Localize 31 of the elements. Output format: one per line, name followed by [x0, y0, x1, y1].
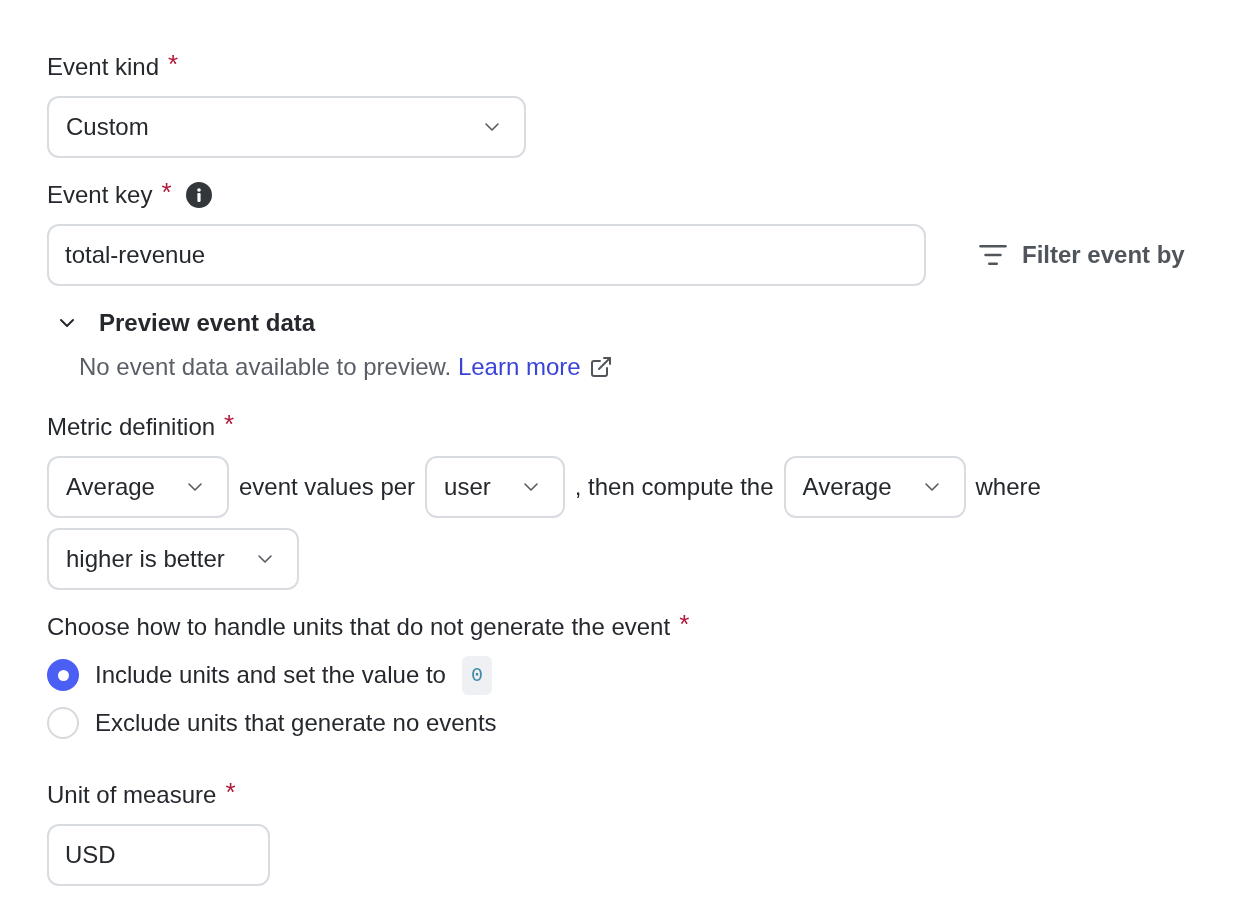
- option-label: Include units and set the value to: [95, 660, 446, 690]
- required-mark: *: [168, 51, 179, 77]
- field-label: Event kind: [47, 52, 160, 82]
- field-label: Choose how to handle units that do not generate the event: [47, 612, 671, 642]
- value-chip: 0: [461, 655, 492, 695]
- radio-button[interactable]: [47, 707, 79, 739]
- preview-message: No event data available to preview. Learn more: [79, 351, 613, 383]
- sentence-text: , then compute the: [574, 472, 774, 502]
- event-kind-select[interactable]: Custom: [47, 96, 526, 158]
- required-mark: *: [225, 779, 236, 805]
- dropdown-select[interactable]: higher is better: [47, 528, 299, 590]
- field-label: Metric definition: [47, 412, 216, 442]
- event-key-input[interactable]: total-revenue: [47, 224, 926, 286]
- dropdown-select[interactable]: Average: [783, 456, 966, 518]
- required-mark: *: [161, 179, 172, 205]
- learn-more-link[interactable]: Learn more: [457, 351, 613, 383]
- sentence-text: where: [975, 472, 1041, 502]
- unit-input[interactable]: USD: [47, 824, 270, 886]
- filter-event-button[interactable]: Filter event by: [978, 237, 1185, 273]
- required-mark: *: [679, 611, 690, 637]
- dropdown-select[interactable]: Average: [47, 456, 229, 518]
- option-label: Exclude units that generate no events: [95, 708, 497, 738]
- required-mark: *: [224, 411, 235, 437]
- dropdown-select[interactable]: user: [425, 456, 565, 518]
- field-label: Unit of measure: [47, 780, 217, 810]
- preview-toggle[interactable]: Preview event data: [55, 307, 316, 339]
- info-icon[interactable]: [185, 182, 212, 208]
- external-link-icon: [588, 355, 613, 379]
- radio-button[interactable]: [47, 659, 79, 691]
- field-label: Event key: [47, 180, 153, 210]
- sentence-text: event values per: [238, 472, 416, 502]
